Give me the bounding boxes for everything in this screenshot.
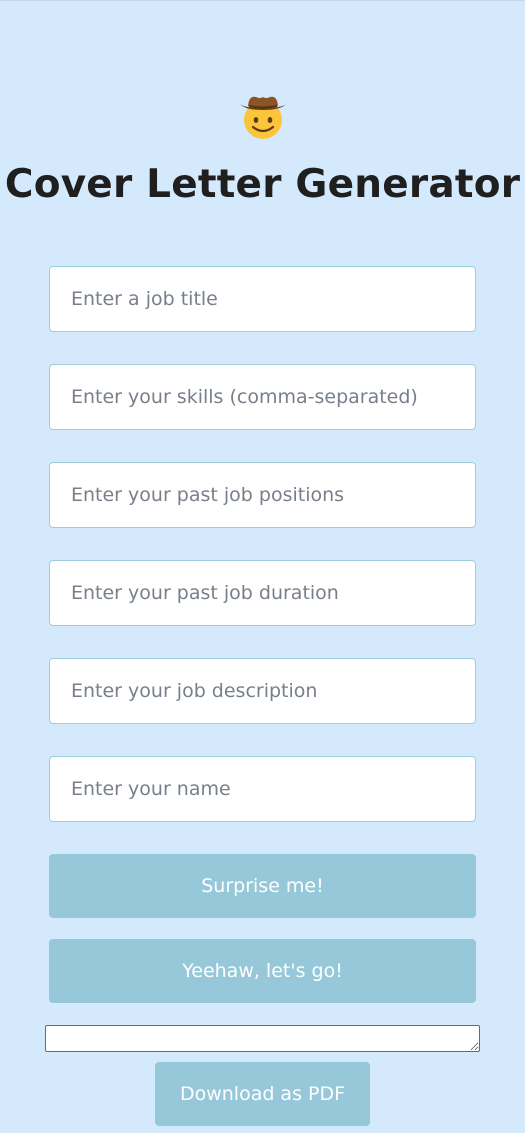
cover-letter-output[interactable] [45,1025,480,1052]
download-pdf-button[interactable]: Download as PDF [155,1062,370,1126]
job-description-input[interactable] [49,658,476,724]
surprise-me-button[interactable]: Surprise me! [49,854,476,918]
cowboy-face-icon [240,96,286,139]
past-duration-input[interactable] [49,560,476,626]
skills-input[interactable] [49,364,476,430]
page-title: Cover Letter Generator [4,162,521,207]
page: Cover Letter Generator Surprise me! Yeeh… [0,0,525,1133]
job-title-input[interactable] [49,266,476,332]
generate-button[interactable]: Yeehaw, let's go! [49,939,476,1003]
past-positions-input[interactable] [49,462,476,528]
name-input[interactable] [49,756,476,822]
